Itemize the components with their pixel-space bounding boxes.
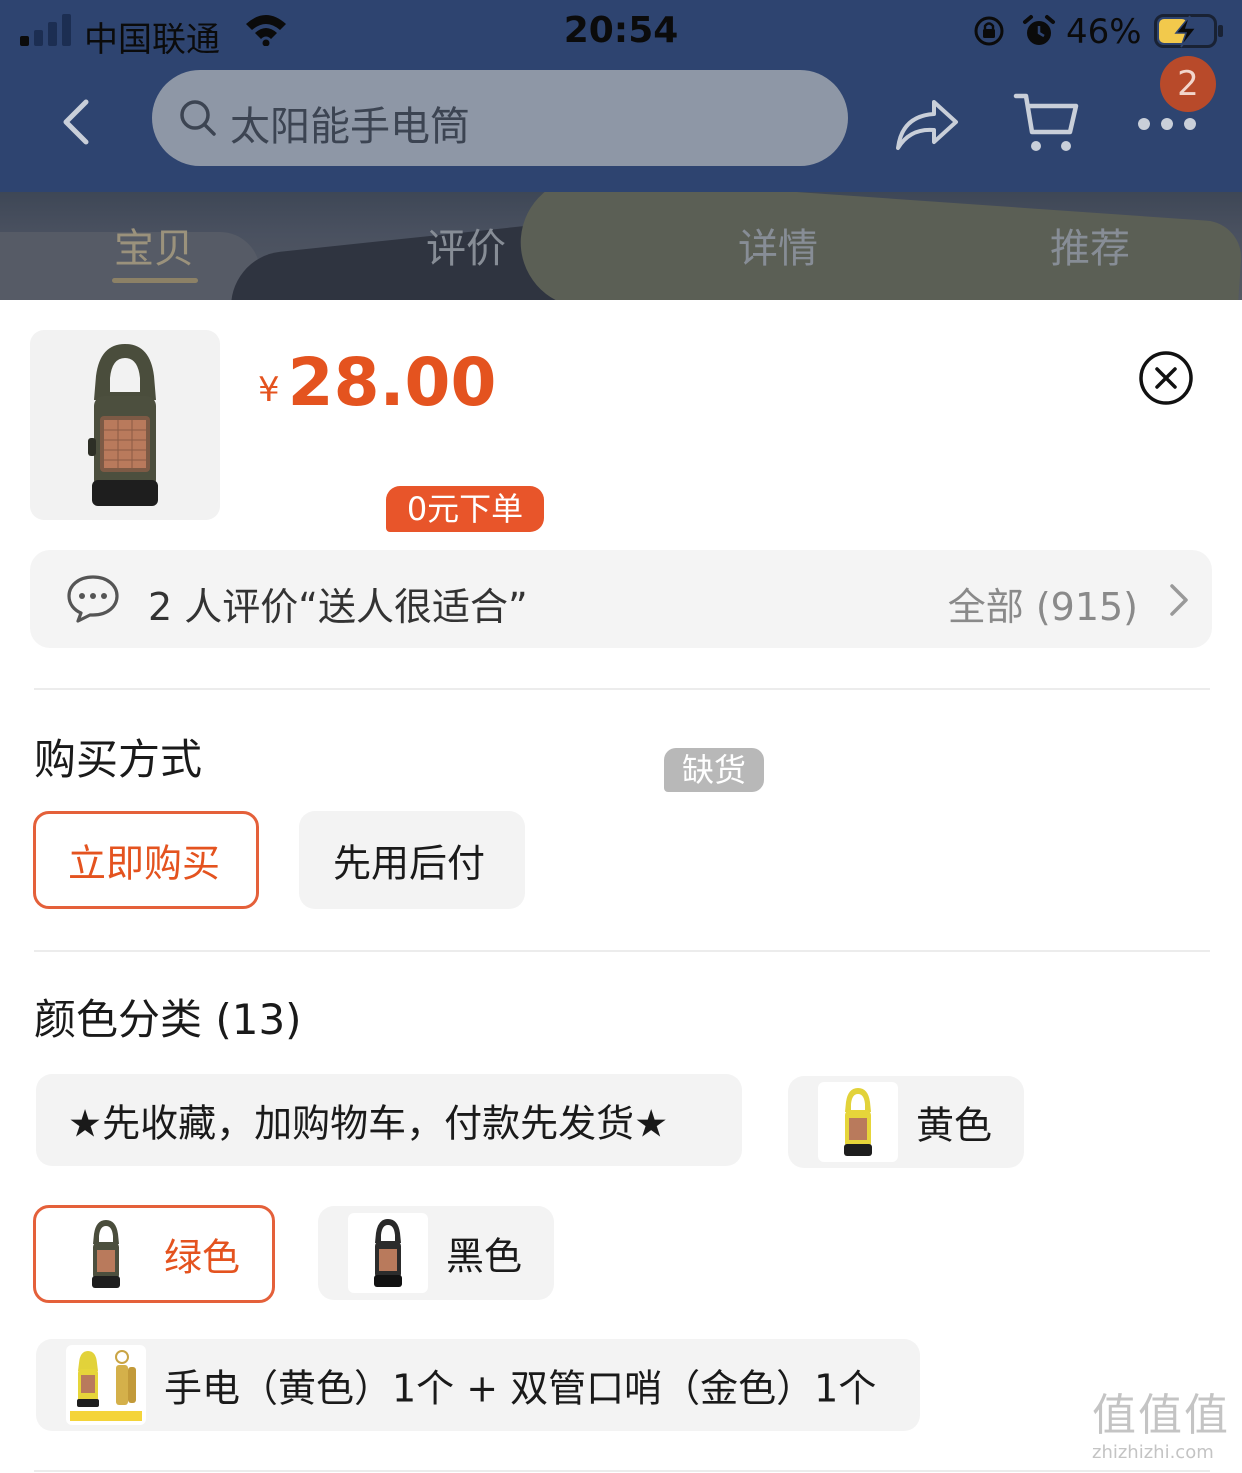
sku-selection-panel: ¥28.00 2 人评价“送人很适合” 全部 (915) 购买方式 立即购买 先… (0, 300, 1242, 1473)
site-watermark: 值值值 zhizhizhi.com (1092, 1390, 1240, 1464)
search-icon (180, 100, 216, 136)
color-option-black[interactable]: 黑色 (318, 1206, 554, 1300)
product-thumbnail[interactable] (30, 330, 220, 520)
tab-recommend[interactable]: 推荐 (1050, 216, 1130, 274)
option-label: 立即购买 (68, 841, 221, 886)
status-bar: 中国联通 20:54 46% (0, 0, 1242, 64)
watermark-url: zhizhizhi.com (1092, 1442, 1214, 1463)
notification-badge: 2 (1160, 56, 1216, 112)
close-icon[interactable] (1138, 350, 1194, 406)
option-label: 黄色 (916, 1103, 993, 1148)
color-option-yellow[interactable]: 黄色 (788, 1076, 1024, 1168)
share-icon[interactable] (894, 94, 960, 154)
currency-symbol: ¥ (258, 370, 280, 410)
watermark-logo: 值值值 (1092, 1390, 1230, 1441)
option-label: 手电（黄色）1个 + 双管口哨（金色）1个 (164, 1366, 877, 1411)
flashlight-image (88, 344, 158, 506)
alarm-icon (1023, 15, 1055, 45)
section-divider (34, 1470, 1210, 1472)
color-option-bundle[interactable]: 手电（黄色）1个 + 双管口哨（金色）1个 (36, 1339, 920, 1431)
color-option-green[interactable]: 绿色 (33, 1205, 275, 1303)
search-query: 太阳能手电筒 (230, 104, 470, 150)
color-option-collect-first[interactable]: ★先收藏，加购物车，付款先发货★ (36, 1074, 742, 1166)
purchase-method-title: 购买方式 (34, 735, 203, 784)
battery-charging-icon (1154, 14, 1223, 48)
pay-later-option[interactable]: 先用后付 (299, 811, 525, 909)
option-label: ★先收藏，加购物车，付款先发货★ (68, 1101, 669, 1146)
bundle-product-image (66, 1345, 146, 1425)
option-label: 先用后付 (333, 841, 486, 886)
comment-bubble-icon (67, 575, 119, 623)
option-label: 黑色 (446, 1234, 523, 1279)
review-summary-bar[interactable]: 2 人评价“送人很适合” 全部 (915) (30, 550, 1212, 648)
out-of-stock-tag: 缺货 (664, 748, 764, 792)
shopping-cart-icon[interactable] (1012, 88, 1080, 156)
tab-reviews[interactable]: 评价 (426, 216, 506, 274)
buy-now-option[interactable]: 立即购买 (33, 811, 259, 909)
all-reviews-link[interactable]: 全部 (915) (948, 576, 1138, 631)
section-divider (34, 950, 1210, 952)
background-photo-shape (516, 192, 1242, 300)
product-price: ¥28.00 (258, 344, 496, 421)
black-flashlight-image (348, 1213, 428, 1293)
review-highlight: 2 人评价“送人很适合” (148, 585, 528, 629)
chevron-right-icon (1170, 584, 1188, 616)
zero-down-tag: 0元下单 (386, 486, 544, 532)
search-bar[interactable]: 太阳能手电筒 (152, 70, 848, 166)
back-arrow-icon[interactable] (50, 92, 100, 152)
rotation-lock-icon (974, 16, 1004, 46)
yellow-flashlight-image (818, 1082, 898, 1162)
price-amount: 28.00 (287, 344, 497, 421)
section-divider (34, 688, 1210, 690)
green-flashlight-image (66, 1214, 146, 1294)
battery-percentage: 46% (1066, 12, 1142, 52)
top-navigation-bar: 中国联通 20:54 46% 太阳能手电筒 2 (0, 0, 1242, 192)
tab-baobei[interactable]: 宝贝 (114, 216, 194, 274)
tab-details[interactable]: 详情 (738, 216, 818, 274)
active-tab-indicator (112, 278, 198, 283)
product-tab-bar: 宝贝 评价 详情 推荐 (0, 192, 1242, 300)
option-label: 绿色 (164, 1235, 241, 1280)
color-category-title: 颜色分类 (13) (34, 995, 302, 1044)
